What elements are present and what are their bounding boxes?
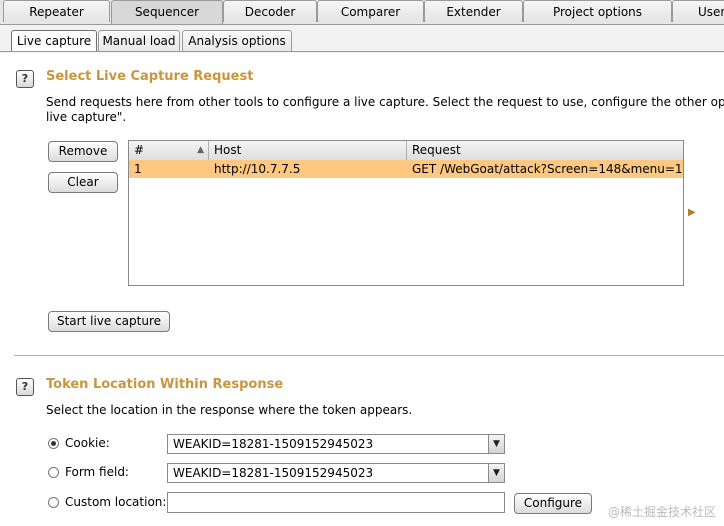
chevron-down-icon: ▼ — [488, 435, 504, 453]
column-header-request[interactable]: Request — [407, 141, 683, 160]
row-number: 1 — [134, 162, 142, 176]
expand-arrow-icon[interactable]: ▶ — [688, 207, 696, 218]
table-header: # ▲ Host Request — [129, 141, 683, 161]
column-header-host[interactable]: Host — [209, 141, 407, 160]
remove-button[interactable]: Remove — [48, 141, 118, 162]
form-field-select[interactable]: WEAKID=18281-1509152945023 ▼ — [167, 463, 505, 483]
form-field-radio[interactable] — [48, 467, 59, 478]
cookie-label: Cookie: — [65, 436, 110, 450]
custom-location-label: Custom location: — [65, 495, 167, 509]
tab-decoder[interactable]: Decoder — [223, 0, 317, 22]
cookie-radio[interactable] — [48, 438, 59, 449]
form-field-label: Form field: — [65, 465, 129, 479]
token-location-section-title: Token Location Within Response — [46, 377, 284, 392]
request-table: # ▲ Host Request 1 http://10.7.7.5 GET /… — [128, 140, 684, 286]
configure-button[interactable]: Configure — [514, 493, 592, 514]
column-header-number[interactable]: # ▲ — [129, 141, 209, 160]
custom-location-input[interactable] — [167, 492, 505, 513]
live-capture-section-title: Select Live Capture Request — [46, 69, 254, 84]
table-row[interactable]: 1 http://10.7.7.5 GET /WebGoat/attack?Sc… — [129, 160, 683, 178]
start-live-capture-button[interactable]: Start live capture — [48, 311, 170, 332]
tab-repeater[interactable]: Repeater — [3, 0, 110, 22]
help-icon[interactable]: ? — [16, 70, 34, 88]
tab-manual-load[interactable]: Manual load — [98, 30, 180, 51]
tool-tab-bar: Repeater Sequencer Decoder Comparer Exte… — [0, 0, 724, 24]
panel-border — [0, 51, 724, 52]
sort-ascending-icon: ▲ — [197, 145, 204, 155]
watermark: @稀土掘金技术社区 — [607, 505, 716, 519]
live-capture-description-cont: live capture". — [46, 110, 127, 124]
tab-extender[interactable]: Extender — [424, 0, 523, 22]
form-field-select-value: WEAKID=18281-1509152945023 — [173, 466, 374, 480]
tab-comparer[interactable]: Comparer — [317, 0, 424, 22]
section-divider — [14, 355, 724, 356]
live-capture-description: Send requests here from other tools to c… — [46, 95, 724, 109]
tab-analysis-options[interactable]: Analysis options — [182, 30, 292, 51]
chevron-down-icon: ▼ — [488, 464, 504, 482]
help-icon[interactable]: ? — [16, 378, 34, 396]
clear-button[interactable]: Clear — [48, 172, 118, 193]
token-location-description: Select the location in the response wher… — [46, 403, 413, 417]
row-request: GET /WebGoat/attack?Screen=148&menu=1... — [412, 162, 683, 176]
row-host: http://10.7.7.5 — [214, 162, 301, 176]
tab-live-capture[interactable]: Live capture — [11, 30, 97, 51]
tab-project-options[interactable]: Project options — [523, 0, 672, 22]
cookie-select[interactable]: WEAKID=18281-1509152945023 ▼ — [167, 434, 505, 454]
column-header-number-label: # — [134, 143, 145, 157]
custom-location-radio[interactable] — [48, 497, 59, 508]
tab-sequencer[interactable]: Sequencer — [111, 0, 223, 24]
sequencer-sub-tab-bar: Live capture Manual load Analysis option… — [0, 24, 724, 53]
tab-user-options[interactable]: User — [672, 0, 724, 22]
cookie-select-value: WEAKID=18281-1509152945023 — [173, 437, 374, 451]
